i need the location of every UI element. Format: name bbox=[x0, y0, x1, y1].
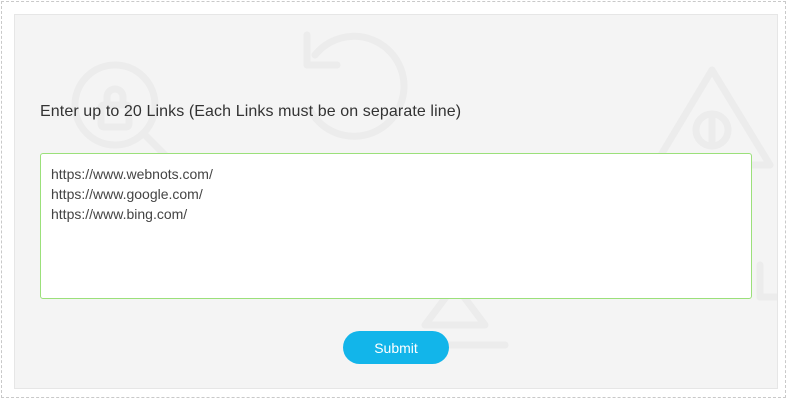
outer-frame: Enter up to 20 Links (Each Links must be… bbox=[1, 1, 786, 398]
links-textarea[interactable]: https://www.webnots.com/ https://www.goo… bbox=[40, 153, 752, 299]
undo-icon bbox=[303, 31, 408, 140]
submit-button[interactable]: Submit bbox=[343, 331, 449, 364]
corner-icon bbox=[756, 261, 777, 301]
form-panel: Enter up to 20 Links (Each Links must be… bbox=[14, 14, 778, 389]
warning-bug-icon bbox=[651, 66, 774, 169]
links-prompt-label: Enter up to 20 Links (Each Links must be… bbox=[40, 103, 462, 120]
